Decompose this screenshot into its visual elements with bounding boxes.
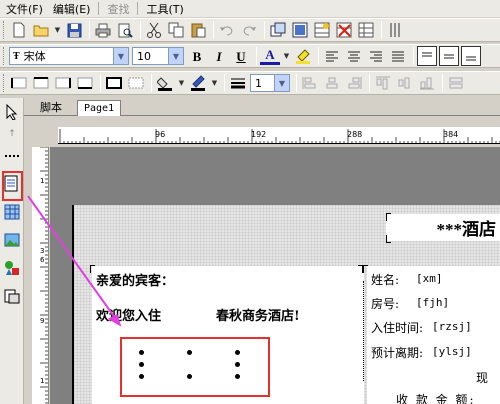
annotation-arrow: [27, 195, 122, 327]
